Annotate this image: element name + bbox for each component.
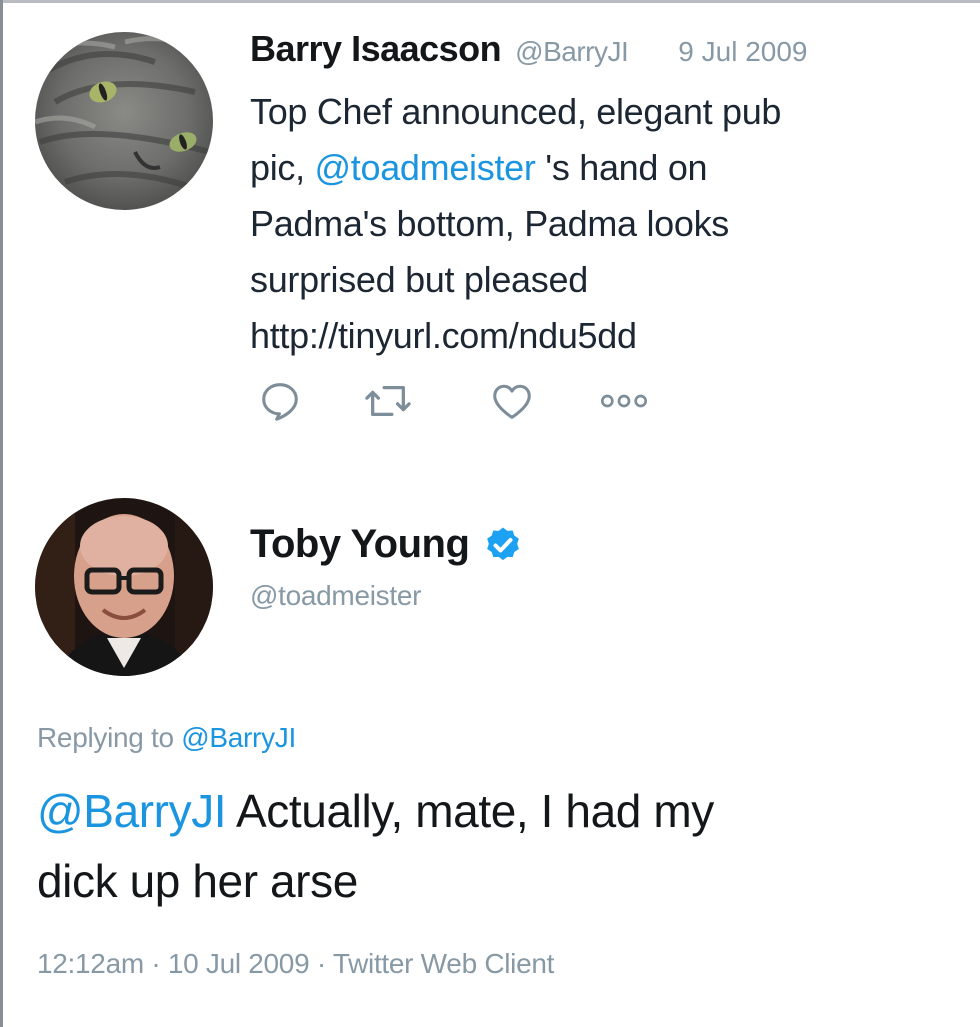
- tweet-time[interactable]: 12:12am: [37, 948, 144, 979]
- tweet-text-line: Padma's bottom, Padma looks: [250, 196, 950, 252]
- mention-link[interactable]: @toadmeister: [315, 147, 536, 188]
- author-handle[interactable]: @BarryJI: [515, 36, 629, 68]
- tweet-meta: 12:12am · 10 Jul 2009 · Twitter Web Clie…: [37, 948, 554, 980]
- like-icon[interactable]: [484, 374, 540, 428]
- tweet-date[interactable]: 9 Jul 2009: [678, 36, 807, 68]
- tweet-text-line: Top Chef announced, elegant pub: [250, 84, 950, 140]
- replying-prefix: Replying to: [37, 722, 182, 753]
- main-tweet-text: @BarryJI Actually, mate, I had my dick u…: [37, 776, 937, 916]
- tweet-text-line: surprised but pleased: [250, 252, 950, 308]
- verified-badge-icon: [487, 527, 520, 560]
- text-segment: surprised but pleased: [250, 259, 588, 300]
- text-segment: Actually, mate, I had my: [226, 785, 714, 837]
- more-icon[interactable]: [596, 374, 652, 428]
- reply-icon[interactable]: [252, 374, 308, 428]
- reply-tweet-text: Top Chef announced, elegant pub pic, @to…: [250, 84, 950, 364]
- author-name[interactable]: Barry Isaacson: [250, 28, 502, 70]
- mention-link[interactable]: @BarryJI: [37, 785, 227, 837]
- replying-to: Replying to @BarryJI: [37, 722, 296, 754]
- text-segment: Padma's bottom, Padma looks: [250, 203, 730, 244]
- text-segment: pic,: [250, 147, 315, 188]
- author-name[interactable]: Toby Young: [250, 522, 470, 567]
- tweet-text-line: dick up her arse: [37, 846, 937, 916]
- url-link[interactable]: http://tinyurl.com/ndu5dd: [250, 315, 637, 356]
- text-segment: 's hand on: [535, 147, 708, 188]
- tweet-date[interactable]: 10 Jul 2009: [168, 948, 310, 979]
- replying-to-mention[interactable]: @BarryJI: [181, 722, 296, 753]
- tweet-url-line[interactable]: http://tinyurl.com/ndu5dd: [250, 308, 950, 364]
- retweet-icon[interactable]: [360, 374, 416, 428]
- reply-tweet: Barry Isaacson @BarryJI 9 Jul 2009 Top C…: [0, 0, 980, 470]
- tweet-source: Twitter Web Client: [332, 948, 555, 979]
- text-segment: dick up her arse: [37, 855, 358, 907]
- reply-tweet-header: Barry Isaacson @BarryJI 9 Jul 2009: [250, 28, 807, 74]
- barry-avatar[interactable]: [35, 32, 213, 210]
- meta-separator: ·: [309, 948, 333, 979]
- text-segment: Top Chef announced, elegant pub: [250, 91, 782, 132]
- toby-avatar[interactable]: [35, 498, 213, 676]
- meta-separator: ·: [143, 948, 168, 979]
- tweet-text-line: pic, @toadmeister 's hand on: [250, 140, 950, 196]
- tweet-text-line: @BarryJI Actually, mate, I had my: [37, 776, 937, 846]
- main-tweet-name-row: Toby Young: [250, 522, 523, 567]
- author-handle[interactable]: @toadmeister: [250, 580, 421, 612]
